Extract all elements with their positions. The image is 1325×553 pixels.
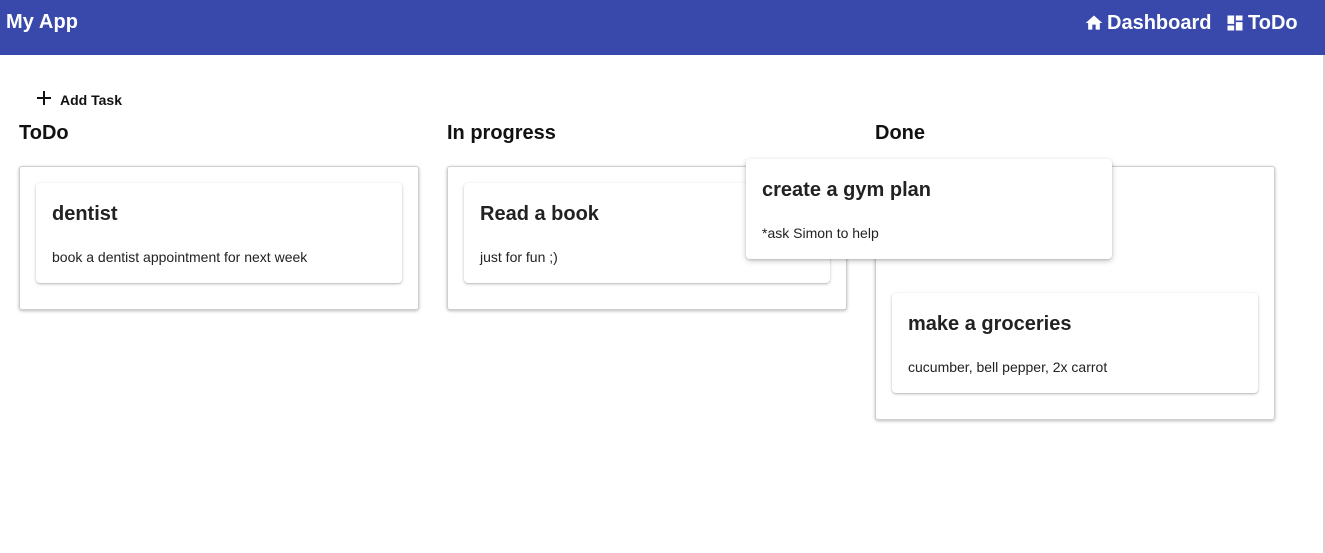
nav-todo-link[interactable]: ToDo xyxy=(1225,9,1298,37)
nav-todo-label: ToDo xyxy=(1248,11,1298,34)
task-card[interactable]: dentist book a dentist appointment for n… xyxy=(36,183,402,283)
column-title-done: Done xyxy=(875,122,925,144)
add-task-label: Add Task xyxy=(60,92,122,108)
dragging-task-card[interactable]: create a gym plan *ask Simon to help xyxy=(746,159,1112,259)
plus-icon xyxy=(36,90,52,111)
column-title-in-progress: In progress xyxy=(447,122,556,144)
task-card[interactable]: make a groceries cucumber, bell pepper, … xyxy=(892,293,1258,393)
task-card-description: cucumber, bell pepper, 2x carrot xyxy=(908,359,1108,375)
task-card-title: Read a book xyxy=(480,203,599,225)
task-card-title: dentist xyxy=(52,203,118,225)
app-window: My App Dashboard ToDo Add Task ToDo dent… xyxy=(0,0,1325,553)
task-card-description: *ask Simon to help xyxy=(762,225,879,241)
column-title-todo: ToDo xyxy=(19,122,69,144)
app-bar: My App Dashboard ToDo xyxy=(0,0,1325,55)
task-card-title: make a groceries xyxy=(908,313,1072,335)
home-icon xyxy=(1084,13,1104,33)
task-card-title: create a gym plan xyxy=(762,179,931,201)
dashboard-grid-icon xyxy=(1225,13,1245,33)
app-title: My App xyxy=(6,11,79,33)
column-panel-todo: dentist book a dentist appointment for n… xyxy=(19,166,419,310)
nav-dashboard-label: Dashboard xyxy=(1107,11,1212,34)
task-card-description: book a dentist appointment for next week xyxy=(52,249,308,265)
nav-dashboard-link[interactable]: Dashboard xyxy=(1084,9,1211,37)
task-card-description: just for fun ;) xyxy=(480,249,558,265)
add-task-button[interactable]: Add Task xyxy=(36,90,122,110)
